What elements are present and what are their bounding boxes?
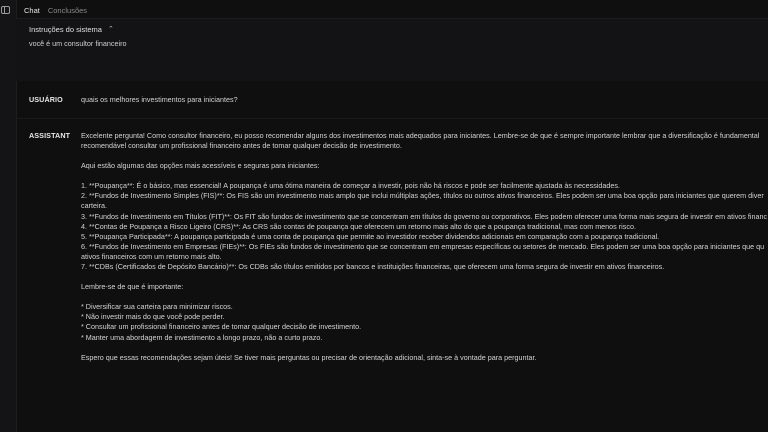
- divider: [16, 118, 768, 119]
- system-instructions-header[interactable]: Instruções do sistema ⌃: [29, 25, 114, 34]
- system-instructions-text[interactable]: você é um consultor financeiro: [29, 39, 126, 48]
- message-line: Aqui estão algumas das opções mais acess…: [81, 161, 320, 171]
- message-line: 2. **Fundos de Investimento Simples (FIS…: [81, 191, 764, 201]
- tab-bar: Chat Conclusões: [24, 6, 87, 15]
- message-line: * Manter uma abordagem de investimento a…: [81, 332, 323, 342]
- message-line: Lembre-se de que é importante:: [81, 282, 184, 292]
- chevron-up-icon[interactable]: ⌃: [108, 25, 114, 33]
- message-line: ativos financeiros com um retorno mais a…: [81, 251, 222, 261]
- message-line: * Consultar um profissional financeiro a…: [81, 322, 362, 332]
- user-role-label: USUÁRIO: [29, 95, 63, 104]
- message-line: Espero que essas recomendações sejam úte…: [81, 352, 537, 362]
- system-instructions-panel: Instruções do sistema ⌃ você é um consul…: [16, 19, 768, 81]
- user-message-text[interactable]: quais os melhores investimentos para ini…: [81, 95, 768, 105]
- message-line: * Não investir mais do que você pode per…: [81, 312, 225, 322]
- message-line: 5. **Poupança Participada**: A poupança …: [81, 231, 660, 241]
- system-instructions-title: Instruções do sistema: [29, 25, 102, 34]
- message-line: recomendável consultar um profissional f…: [81, 141, 402, 151]
- assistant-role-label: ASSISTANT: [29, 131, 71, 140]
- sidebar: [0, 0, 17, 432]
- tab-chat[interactable]: Chat: [24, 6, 40, 15]
- message-line: 6. **Fundos de Investimento em Empresas …: [81, 241, 765, 251]
- message-line: 4. **Contas de Poupança a Risco Ligeiro …: [81, 221, 636, 231]
- message-line: 1. **Poupança**: É o básico, mas essenci…: [81, 181, 620, 191]
- message-line: carteira.: [81, 201, 107, 211]
- sidebar-toggle-icon[interactable]: [1, 6, 10, 14]
- tab-conclusoes[interactable]: Conclusões: [48, 6, 87, 15]
- assistant-message-text[interactable]: Excelente pergunta! Como consultor finan…: [81, 131, 768, 363]
- message-line: 7. **CDBs (Certificados de Depósito Banc…: [81, 262, 665, 272]
- message-line: 3. **Fundos de Investimento em Títulos (…: [81, 211, 768, 221]
- message-line: Excelente pergunta! Como consultor finan…: [81, 131, 760, 140]
- message-line: * Diversificar sua carteira para minimiz…: [81, 302, 233, 312]
